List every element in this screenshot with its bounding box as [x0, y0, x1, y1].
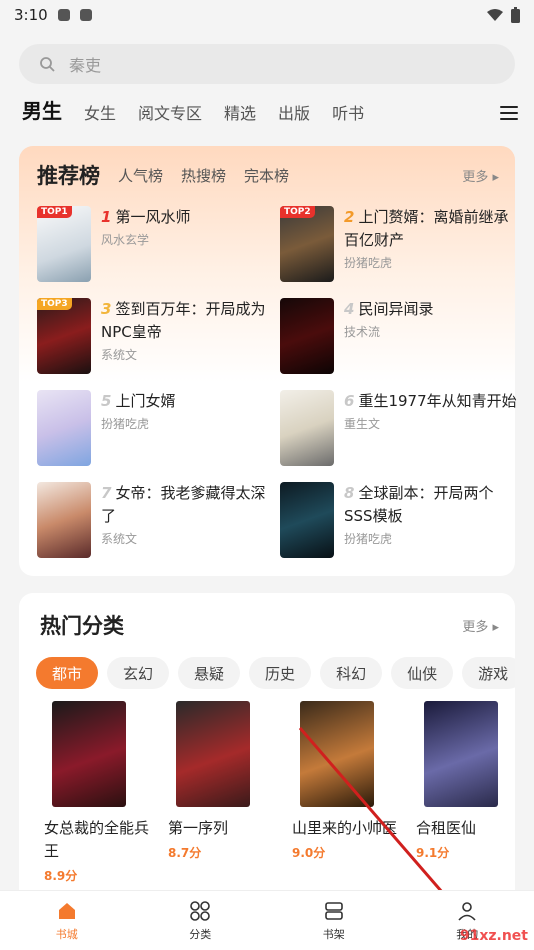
ranking-item[interactable]: TOP1 1 第一风水师 风水玄学	[37, 206, 277, 286]
hot-more-link[interactable]: 更多 ▸	[462, 616, 499, 635]
ranking-item[interactable]: 7 女帝：我老爹藏得太深了 系统文	[37, 482, 277, 562]
book-cover	[424, 701, 498, 807]
tab-completed[interactable]: 完本榜	[244, 165, 289, 186]
bookshelf-icon	[324, 901, 343, 920]
chip-mystery[interactable]: 悬疑	[178, 657, 241, 689]
chip-scifi[interactable]: 科幻	[320, 657, 383, 689]
book-card[interactable]: 山里来的小帅医 9.0分	[292, 701, 402, 861]
nav-bookstore[interactable]: 书城	[0, 891, 134, 950]
ranking-item[interactable]: 6 重生1977年从知青开始 重生文	[280, 390, 520, 470]
search-input[interactable]: 秦吏	[19, 44, 515, 84]
tab-yuewen[interactable]: 阅文专区	[138, 100, 202, 132]
book-cover: TOP3	[37, 298, 91, 374]
ranking-title: 推荐榜	[37, 164, 100, 188]
book-cover	[280, 482, 334, 558]
book-card[interactable]: 第一序列 8.7分	[168, 701, 278, 861]
status-time: 3:10	[14, 6, 48, 24]
tab-audiobook[interactable]: 听书	[332, 100, 364, 132]
category-grid-icon	[190, 900, 211, 921]
book-cover	[176, 701, 250, 807]
chip-fantasy[interactable]: 玄幻	[107, 657, 170, 689]
search-placeholder: 秦吏	[69, 56, 102, 75]
book-cover: TOP2	[280, 206, 334, 282]
chip-urban[interactable]: 都市	[36, 657, 99, 689]
user-icon	[458, 901, 476, 921]
ranking-item[interactable]: TOP3 3 签到百万年：开局成为NPC皇帝 系统文	[37, 298, 277, 378]
book-cover	[280, 390, 334, 466]
tab-female[interactable]: 女生	[84, 100, 116, 132]
ranking-item[interactable]: 5 上门女婿 扮猪吃虎	[37, 390, 277, 470]
book-card[interactable]: 女总裁的全能兵王 8.9分	[44, 701, 154, 884]
watermark-logo: 91xz.net	[459, 928, 528, 944]
status-bar: 3:10	[0, 0, 534, 30]
book-cover	[37, 390, 91, 466]
tab-popular[interactable]: 人气榜	[118, 165, 163, 186]
book-cover	[300, 701, 374, 807]
book-cover: TOP1	[37, 206, 91, 282]
app-notification-icon	[79, 9, 92, 21]
chip-xianxia[interactable]: 仙侠	[391, 657, 454, 689]
menu-icon[interactable]	[500, 106, 518, 120]
notification-icon	[57, 9, 70, 21]
home-icon	[58, 902, 75, 919]
bottom-navigation: 书城 分类 书架 我的	[0, 890, 534, 950]
ranking-item[interactable]: TOP2 2 上门赘婿：离婚前继承百亿财产 扮猪吃虎	[280, 206, 520, 286]
ranking-item[interactable]: 8 全球副本：开局两个SSS模板 扮猪吃虎	[280, 482, 520, 562]
battery-icon	[511, 7, 520, 23]
book-card[interactable]: 合租医仙 9.1分	[416, 701, 526, 861]
hot-categories-title: 热门分类	[40, 614, 124, 638]
hot-categories-card: 热门分类 更多 ▸ 都市 玄幻 悬疑 历史 科幻 仙侠 游戏 武 女总裁的全能兵…	[19, 593, 515, 903]
ranking-item[interactable]: 4 民间异闻录 技术流	[280, 298, 520, 378]
tab-featured[interactable]: 精选	[224, 100, 256, 132]
wifi-icon	[487, 9, 503, 21]
category-chips: 都市 玄幻 悬疑 历史 科幻 仙侠 游戏 武	[19, 657, 515, 691]
nav-categories[interactable]: 分类	[134, 891, 268, 950]
chip-history[interactable]: 历史	[249, 657, 312, 689]
tab-hot-search[interactable]: 热搜榜	[181, 165, 226, 186]
ranking-more-link[interactable]: 更多 ▸	[462, 166, 499, 185]
chip-game[interactable]: 游戏	[462, 657, 515, 689]
tab-publishing[interactable]: 出版	[278, 100, 310, 132]
nav-bookshelf[interactable]: 书架	[267, 891, 401, 950]
book-cover	[52, 701, 126, 807]
channel-tabs: 男生 女生 阅文专区 精选 出版 听书	[0, 84, 534, 132]
tab-male[interactable]: 男生	[22, 95, 62, 132]
search-icon	[40, 57, 55, 72]
recommend-ranking-card: 推荐榜 人气榜 热搜榜 完本榜 更多 ▸ TOP1 1 第一风水师 风水玄学 TOP…	[19, 146, 517, 576]
book-cover	[37, 482, 91, 558]
book-cover	[280, 298, 334, 374]
